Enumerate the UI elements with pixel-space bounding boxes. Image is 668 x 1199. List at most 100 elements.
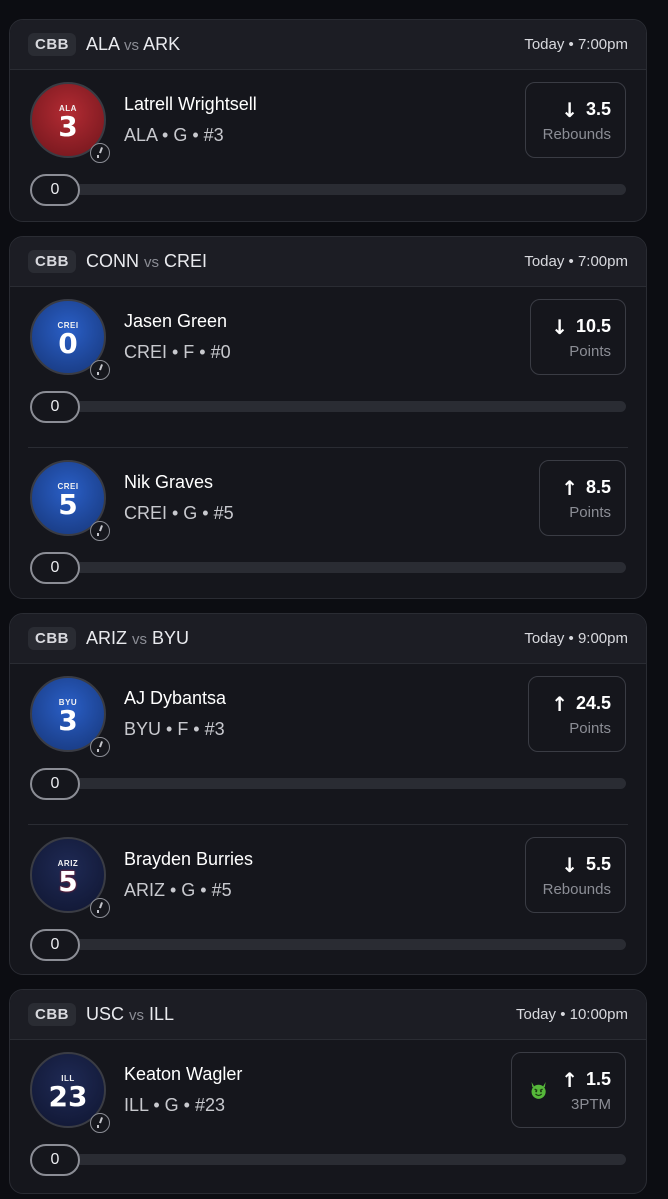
vs-label: vs xyxy=(129,1007,145,1024)
game-header[interactable]: CBB ARIZ vs BYU Today • 9:00pm xyxy=(10,614,646,664)
prop-line-box[interactable]: ↓ 5.5 Rebounds xyxy=(525,837,626,913)
progress-track xyxy=(50,778,626,789)
player-row[interactable]: ILL 23 Keaton Wagler ILL • G • #23 ↑ 1.5… xyxy=(10,1040,646,1193)
matchup: ARIZ vs BYU xyxy=(86,628,189,649)
progress-track xyxy=(50,401,626,412)
player-name: Keaton Wagler xyxy=(124,1064,243,1084)
player-row[interactable]: ARIZ 5 Brayden Burries ARIZ • G • #5 ↓ 5… xyxy=(28,824,628,974)
progress-value: 0 xyxy=(30,1144,80,1176)
game-time: Today • 7:00pm xyxy=(524,253,628,270)
line-value: 3.5 xyxy=(585,99,611,119)
stat-type: Rebounds xyxy=(542,880,611,898)
progress-bar: 0 xyxy=(30,174,626,206)
team-home: ARK xyxy=(143,34,181,54)
league-badge: CBB xyxy=(28,33,76,56)
line-value: 10.5 xyxy=(575,316,611,336)
line-value: 1.5 xyxy=(585,1069,611,1089)
jersey-number: 0 xyxy=(58,326,78,360)
team-away: ALA xyxy=(86,34,120,54)
prop-line-box[interactable]: ↓ 10.5 Points xyxy=(530,299,626,375)
arrow-up-icon: ↑ xyxy=(561,475,578,500)
progress-track xyxy=(50,1154,626,1165)
progress-bar: 0 xyxy=(30,768,626,800)
player-meta: BYU • F • #3 xyxy=(124,719,225,739)
player-meta: ALA • G • #3 xyxy=(124,125,224,145)
league-badge: CBB xyxy=(28,627,76,650)
progress-bar: 0 xyxy=(30,1144,626,1176)
team-away: ARIZ xyxy=(86,628,128,648)
player-row[interactable]: BYU 3 AJ Dybantsa BYU • F • #3 ↑ 24.5 Po… xyxy=(10,664,646,824)
player-name: AJ Dybantsa xyxy=(124,688,227,708)
prop-line-box[interactable]: ↑ 8.5 Points xyxy=(539,460,626,536)
clock-icon xyxy=(90,143,110,163)
player-name: Jasen Green xyxy=(124,311,228,331)
game-header[interactable]: CBB ALA vs ARK Today • 7:00pm xyxy=(10,20,646,70)
league-badge: CBB xyxy=(28,250,76,273)
jersey-number: 5 xyxy=(58,864,78,898)
team-away: CONN xyxy=(86,251,139,271)
team-home: BYU xyxy=(152,628,190,648)
game-card: CBB ARIZ vs BYU Today • 9:00pm BYU 3 AJ … xyxy=(9,613,647,975)
player-meta: ARIZ • G • #5 xyxy=(124,880,232,900)
progress-track xyxy=(50,562,626,573)
progress-value: 0 xyxy=(30,391,80,423)
stat-type: Points xyxy=(569,719,611,737)
game-card: CBB USC vs ILL Today • 10:00pm ILL 23 Ke… xyxy=(9,989,647,1194)
game-header[interactable]: CBB USC vs ILL Today • 10:00pm xyxy=(10,990,646,1040)
progress-value: 0 xyxy=(30,174,80,206)
matchup: ALA vs ARK xyxy=(86,34,180,55)
stat-type: Rebounds xyxy=(542,125,611,143)
team-home: ILL xyxy=(149,1004,175,1024)
progress-bar: 0 xyxy=(30,929,626,961)
jersey-number: 5 xyxy=(58,487,78,521)
progress-bar: 0 xyxy=(30,391,626,423)
devil-emoji-icon xyxy=(531,1082,546,1099)
player-name: Nik Graves xyxy=(124,472,214,492)
vs-label: vs xyxy=(132,631,148,648)
vs-label: vs xyxy=(144,254,160,271)
prop-line-box[interactable]: ↑ 24.5 Points xyxy=(528,676,626,752)
clock-icon xyxy=(90,521,110,541)
jersey-number: 23 xyxy=(48,1079,88,1113)
arrow-down-icon: ↓ xyxy=(561,97,578,122)
vs-label: vs xyxy=(124,37,140,54)
arrow-down-icon: ↓ xyxy=(551,314,568,339)
jersey-number: 3 xyxy=(58,703,78,737)
clock-icon xyxy=(90,737,110,757)
player-meta: CREI • F • #0 xyxy=(124,342,231,362)
arrow-up-icon: ↑ xyxy=(551,691,568,716)
matchup: CONN vs CREI xyxy=(86,251,207,272)
player-row[interactable]: CREI 0 Jasen Green CREI • F • #0 ↓ 10.5 … xyxy=(10,287,646,447)
arrow-up-icon: ↑ xyxy=(561,1067,578,1092)
player-name: Latrell Wrightsell xyxy=(124,94,257,114)
prop-line-box[interactable]: ↑ 1.5 3PTM xyxy=(511,1052,626,1128)
team-away: USC xyxy=(86,1004,125,1024)
stat-type: Points xyxy=(569,342,611,360)
progress-value: 0 xyxy=(30,929,80,961)
game-time: Today • 10:00pm xyxy=(516,1006,628,1023)
jersey-number: 3 xyxy=(58,109,78,143)
prop-line-box[interactable]: ↓ 3.5 Rebounds xyxy=(525,82,626,158)
progress-track xyxy=(50,184,626,195)
player-meta: CREI • G • #5 xyxy=(124,503,234,523)
game-time: Today • 7:00pm xyxy=(524,36,628,53)
player-meta: ILL • G • #23 xyxy=(124,1095,225,1115)
league-badge: CBB xyxy=(28,1003,76,1026)
game-header[interactable]: CBB CONN vs CREI Today • 7:00pm xyxy=(10,237,646,287)
player-row[interactable]: CREI 5 Nik Graves CREI • G • #5 ↑ 8.5 Po… xyxy=(28,447,628,598)
arrow-down-icon: ↓ xyxy=(561,852,578,877)
player-name: Brayden Burries xyxy=(124,849,254,869)
progress-value: 0 xyxy=(30,552,80,584)
clock-icon xyxy=(90,1113,110,1133)
progress-track xyxy=(50,939,626,950)
progress-bar: 0 xyxy=(30,552,626,584)
progress-value: 0 xyxy=(30,768,80,800)
line-value: 8.5 xyxy=(585,477,611,497)
clock-icon xyxy=(90,898,110,918)
line-value: 5.5 xyxy=(585,854,611,874)
line-value: 24.5 xyxy=(575,693,611,713)
team-home: CREI xyxy=(164,251,208,271)
stat-type: 3PTM xyxy=(570,1095,611,1113)
player-row[interactable]: ALA 3 Latrell Wrightsell ALA • G • #3 ↓ … xyxy=(10,70,646,221)
stat-type: Points xyxy=(569,503,611,521)
